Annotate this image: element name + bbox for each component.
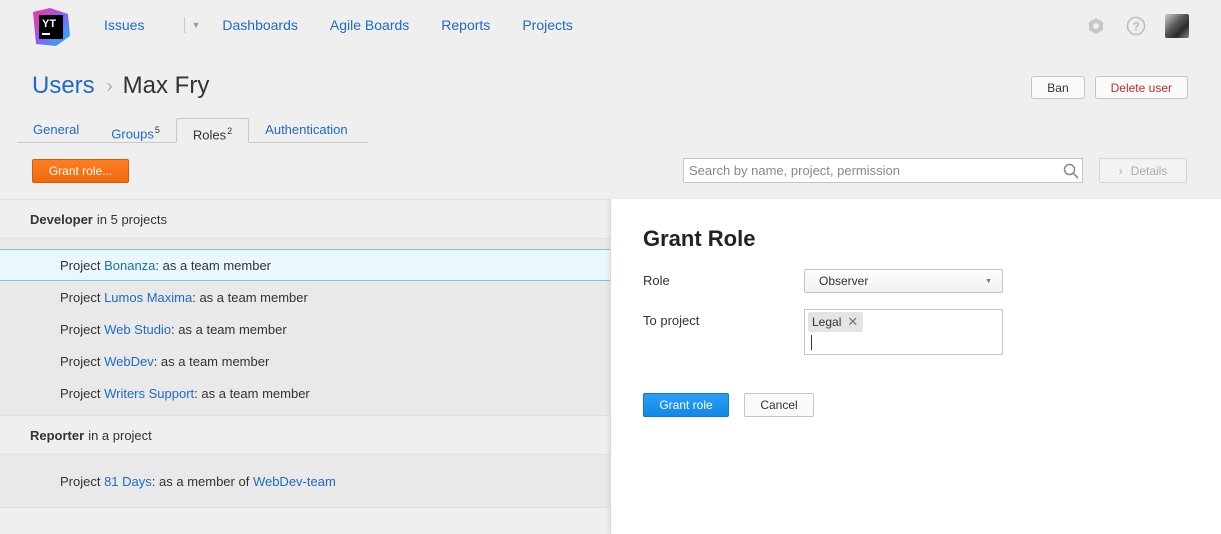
role-group-body: Project Bonanza: as a team member Projec… [0,239,610,416]
project-link[interactable]: Bonanza [104,258,155,273]
nav-divider [184,17,186,33]
chevron-down-icon[interactable]: ▼ [191,20,200,30]
user-actions: Ban Delete user [1031,76,1188,99]
close-icon[interactable]: ✕ [847,314,858,330]
nav-dashboards[interactable]: Dashboards [222,17,298,33]
details-label: Details [1130,163,1168,178]
search-icon[interactable] [1060,160,1082,182]
row-prefix: Project [60,473,105,489]
details-button[interactable]: › Details [1099,158,1187,183]
dropdown-arrow-icon: ▼ [985,278,992,285]
nav-reports[interactable]: Reports [441,17,490,33]
role-group-header: Reporter in a project [0,416,610,455]
tab-label: Authentication [265,122,348,137]
list-item[interactable]: Project Lumos Maxima: as a team member [0,281,610,313]
tab-authentication[interactable]: Authentication [249,118,363,142]
project-tag-label: Legal [812,315,842,329]
breadcrumb-users[interactable]: Users [32,72,95,100]
tab-count: 5 [154,125,160,135]
tab-general[interactable]: General [17,118,95,142]
cancel-button[interactable]: Cancel [744,393,814,417]
tab-label: Roles [192,127,227,143]
project-label: To project [643,313,700,328]
nav-issues-group: Issues ▼ [104,17,200,33]
settings-icon[interactable] [1085,15,1107,37]
tab-groups[interactable]: Groups5 [95,118,176,142]
logo-text: YT [42,18,56,30]
delete-user-button[interactable]: Delete user [1094,76,1188,99]
page-title: Max Fry [122,72,210,99]
role-select[interactable]: Observer ▼ [804,269,1003,293]
breadcrumb: Users › Max Fry [32,72,209,100]
role-name: Reporter [30,427,85,443]
project-link[interactable]: Web Studio [104,322,171,337]
chevron-right-icon: › [1118,163,1123,178]
nav-issues[interactable]: Issues [104,17,144,33]
search-input[interactable] [689,163,1060,178]
grant-role-button[interactable]: Grant role... [32,159,129,183]
row-prefix: Project [60,321,105,337]
svg-text:?: ? [1133,20,1140,34]
youtrack-logo[interactable]: YT [30,6,72,48]
row-suffix: : as a team member [153,353,270,369]
tab-roles[interactable]: Roles2 [175,118,250,143]
row-suffix: : as a member of [151,473,253,489]
role-name: Developer [30,211,93,227]
help-icon[interactable]: ? [1125,15,1147,37]
tab-count: 2 [227,126,233,136]
nav-projects[interactable]: Projects [522,17,573,33]
role-scope: in a project [88,427,152,443]
list-item[interactable]: Project Web Studio: as a team member [0,313,610,345]
roles-list: Developer in 5 projects Project Bonanza:… [0,199,610,534]
search-box [683,158,1083,183]
row-suffix: : as a team member [155,257,272,273]
row-suffix: : as a team member [171,321,287,337]
project-tag-input[interactable]: Legal ✕ [804,309,1003,355]
project-tag: Legal ✕ [808,312,864,332]
user-tabs: General Groups5 Roles2 Authentication [17,118,368,143]
chevron-right-icon: › [106,75,113,96]
text-cursor [811,335,812,350]
grant-role-panel: Grant Role Role Observer ▼ To project Le… [610,199,1221,534]
project-link[interactable]: 81 Days [104,474,152,489]
project-link[interactable]: WebDev [104,354,154,369]
main-nav: Issues ▼ Dashboards Agile Boards Reports… [104,17,605,33]
list-item[interactable]: Project Bonanza: as a team member [0,249,610,281]
nav-agile-boards[interactable]: Agile Boards [330,17,409,33]
list-item[interactable]: Project Writers Support: as a team membe… [0,377,610,409]
avatar[interactable] [1165,14,1189,38]
row-suffix: : as a team member [192,289,308,305]
project-link[interactable]: Lumos Maxima [104,290,192,305]
role-select-value: Observer [819,274,869,288]
role-group-body: Project 81 Days: as a member of WebDev-t… [0,455,610,508]
row-prefix: Project [60,353,105,369]
role-group-header: Developer in 5 projects [0,200,610,239]
list-item[interactable]: Project WebDev: as a team member [0,345,610,377]
role-scope: in 5 projects [96,211,167,227]
panel-title: Grant Role [643,226,756,251]
row-suffix: : as a team member [194,385,310,401]
submit-grant-role-button[interactable]: Grant role [643,393,729,417]
ban-button[interactable]: Ban [1031,76,1085,99]
row-prefix: Project [60,289,105,305]
role-label: Role [643,273,670,288]
row-prefix: Project [60,385,105,401]
list-item[interactable]: Project 81 Days: as a member of WebDev-t… [0,465,610,497]
project-link[interactable]: Writers Support [104,386,194,401]
tab-label: General [33,122,80,137]
header-icons: ? [1067,14,1189,38]
row-prefix: Project [60,257,105,273]
group-link[interactable]: WebDev-team [253,474,336,489]
tab-label: Groups [111,126,154,142]
